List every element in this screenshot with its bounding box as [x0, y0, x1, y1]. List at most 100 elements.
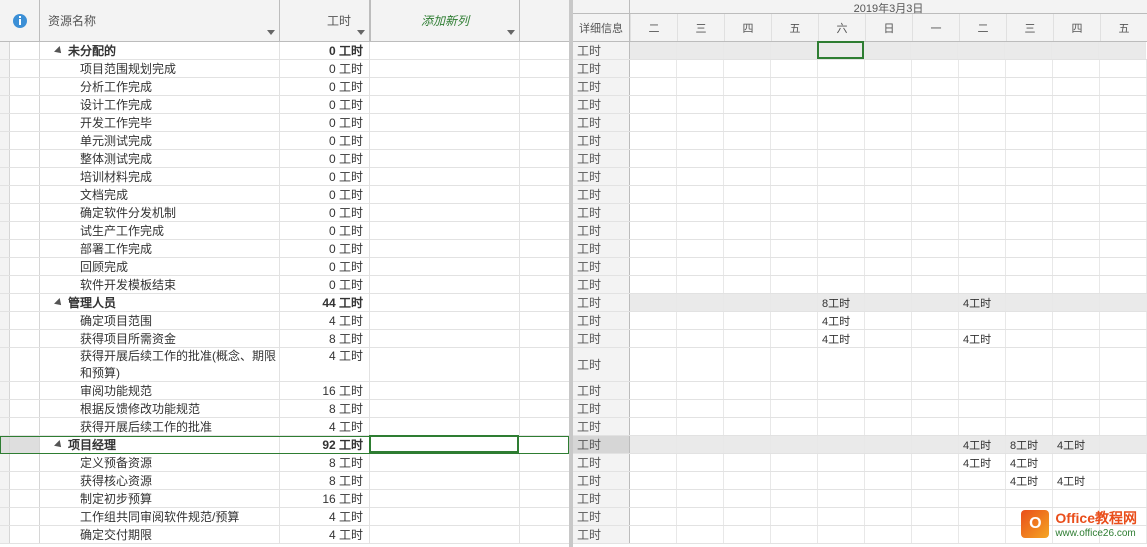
timephased-cell[interactable] [1053, 150, 1100, 167]
day-column-header[interactable]: 三 [677, 14, 724, 41]
timephased-cell[interactable] [912, 472, 959, 489]
timephased-cell[interactable] [1006, 132, 1053, 149]
timephased-cell[interactable] [912, 60, 959, 77]
timephased-cell[interactable] [677, 276, 724, 293]
timephased-cell[interactable] [818, 186, 865, 203]
timephased-cell[interactable] [1100, 240, 1147, 257]
timephased-cell[interactable] [1006, 150, 1053, 167]
timephased-cell[interactable] [865, 168, 912, 185]
timephased-cell[interactable] [959, 348, 1006, 381]
table-row[interactable]: 管理人员44 工时 [0, 294, 569, 312]
resource-name-cell[interactable]: 开发工作完毕 [40, 114, 280, 131]
timephased-row[interactable]: 工时 [573, 490, 1147, 508]
timephased-row[interactable]: 工时 [573, 150, 1147, 168]
work-cell[interactable]: 8 工时 [280, 472, 370, 489]
timephased-cell[interactable] [630, 96, 677, 113]
collapse-icon[interactable] [54, 298, 64, 308]
timephased-cell[interactable] [771, 258, 818, 275]
timephased-cell[interactable] [1100, 114, 1147, 131]
timephased-cell[interactable] [1006, 204, 1053, 221]
timephased-cell[interactable] [1052, 42, 1099, 59]
timephased-cell[interactable] [630, 240, 677, 257]
timephased-cell[interactable] [1053, 114, 1100, 131]
table-row[interactable]: 开发工作完毕0 工时 [0, 114, 569, 132]
timephased-cell[interactable] [912, 436, 959, 453]
timephased-cell[interactable] [912, 348, 959, 381]
table-row[interactable]: 确定项目范围4 工时 [0, 312, 569, 330]
resource-name-cell[interactable]: 项目范围规划完成 [40, 60, 280, 77]
timephased-cell[interactable] [818, 96, 865, 113]
resource-name-cell[interactable]: 设计工作完成 [40, 96, 280, 113]
timephased-cell[interactable] [818, 204, 865, 221]
timephased-cell[interactable] [677, 294, 724, 311]
timephased-cell[interactable] [865, 114, 912, 131]
timephased-cell[interactable] [818, 508, 865, 525]
timephased-cell[interactable] [818, 436, 865, 453]
timephased-cell[interactable] [677, 258, 724, 275]
resource-sheet-pane[interactable]: 资源名称 工时 添加新列 未分配的0 工时项目范围规划完成0 工时分析工作完成0… [0, 0, 573, 547]
timephased-cell[interactable] [677, 186, 724, 203]
timephased-cell[interactable] [771, 132, 818, 149]
timephased-cell[interactable] [865, 400, 912, 417]
add-column-cell[interactable] [370, 78, 520, 95]
timephased-cell[interactable] [677, 526, 724, 543]
timephased-cell[interactable] [1053, 276, 1100, 293]
timephased-cell[interactable] [818, 222, 865, 239]
collapse-icon[interactable] [54, 440, 64, 450]
timephased-cell[interactable] [724, 150, 771, 167]
timephased-cell[interactable] [1100, 222, 1147, 239]
timephased-cell[interactable] [771, 312, 818, 329]
add-column-cell[interactable] [370, 258, 520, 275]
timephased-cell[interactable] [677, 472, 724, 489]
timephased-cell[interactable] [959, 186, 1006, 203]
table-row[interactable]: 设计工作完成0 工时 [0, 96, 569, 114]
timephased-cell[interactable] [1100, 132, 1147, 149]
table-row[interactable]: 软件开发模板结束0 工时 [0, 276, 569, 294]
timephased-cell[interactable] [771, 490, 818, 507]
timephased-cell[interactable] [959, 312, 1006, 329]
add-column-cell[interactable] [370, 348, 520, 381]
timephased-cell[interactable] [818, 382, 865, 399]
day-column-header[interactable]: 四 [1053, 14, 1100, 41]
timephased-cell[interactable] [771, 526, 818, 543]
resource-name-cell[interactable]: 获得核心资源 [40, 472, 280, 489]
work-cell[interactable]: 4 工时 [280, 312, 370, 329]
resource-name-cell[interactable]: 文档完成 [40, 186, 280, 203]
timephased-cell[interactable] [912, 96, 959, 113]
add-column-cell[interactable] [370, 114, 520, 131]
timephased-cell[interactable] [1006, 240, 1053, 257]
timephased-cell[interactable] [818, 418, 865, 435]
timephased-cell[interactable] [771, 330, 818, 347]
timephased-cell[interactable] [724, 312, 771, 329]
timephased-cell[interactable] [677, 382, 724, 399]
timephased-cell[interactable] [1100, 436, 1147, 453]
timephased-cell[interactable] [771, 78, 818, 95]
work-cell[interactable]: 0 工时 [280, 240, 370, 257]
timephased-cell[interactable] [912, 150, 959, 167]
work-cell[interactable]: 16 工时 [280, 490, 370, 507]
timephased-cell[interactable] [630, 114, 677, 131]
timephased-cell[interactable] [959, 222, 1006, 239]
timephased-cell[interactable] [959, 204, 1006, 221]
work-cell[interactable]: 0 工时 [280, 222, 370, 239]
day-column-header[interactable]: 二 [959, 14, 1006, 41]
timephased-cell[interactable] [865, 186, 912, 203]
collapse-icon[interactable] [54, 46, 64, 56]
add-column-cell[interactable] [370, 222, 520, 239]
timephased-cell[interactable] [1053, 490, 1100, 507]
timephased-cell[interactable] [630, 400, 677, 417]
day-column-header[interactable]: 五 [1100, 14, 1147, 41]
timephased-cell[interactable] [1100, 168, 1147, 185]
timephased-cell[interactable] [1100, 312, 1147, 329]
add-column-cell[interactable] [370, 508, 520, 525]
timephased-row[interactable]: 工时4工时8工时4工时 [573, 436, 1147, 454]
timephased-cell[interactable] [1053, 168, 1100, 185]
timephased-cell[interactable] [818, 490, 865, 507]
timephased-cell[interactable] [1100, 186, 1147, 203]
timephased-cell[interactable] [771, 150, 818, 167]
timephased-cell[interactable] [677, 132, 724, 149]
timephased-cell[interactable] [630, 168, 677, 185]
timephased-cell[interactable] [1053, 382, 1100, 399]
timephased-cell[interactable] [959, 258, 1006, 275]
timephased-cell[interactable] [724, 330, 771, 347]
